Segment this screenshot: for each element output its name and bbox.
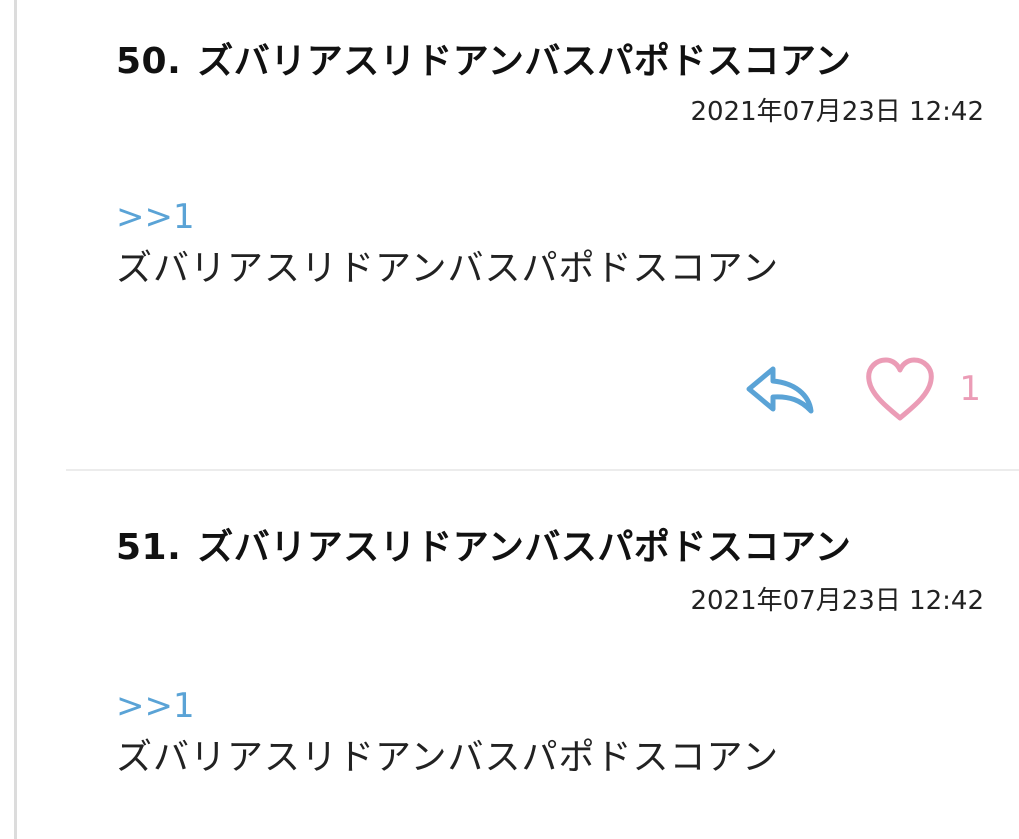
post-item: 51. ズバリアスリドアンバスパポドスコアン 2021年07月23日 12:42 … [0, 0, 1019, 839]
post-number: 51. [116, 527, 182, 568]
post-title: 51. ズバリアスリドアンバスパポドスコアン [116, 526, 851, 570]
post-body: ズバリアスリドアンバスパポドスコアン [116, 737, 780, 778]
post-title-text: ズバリアスリドアンバスパポドスコアン [197, 527, 852, 568]
reply-anchor-link[interactable]: >>1 [116, 686, 195, 726]
post-date: 2021年07月23日 12:42 [690, 586, 984, 616]
